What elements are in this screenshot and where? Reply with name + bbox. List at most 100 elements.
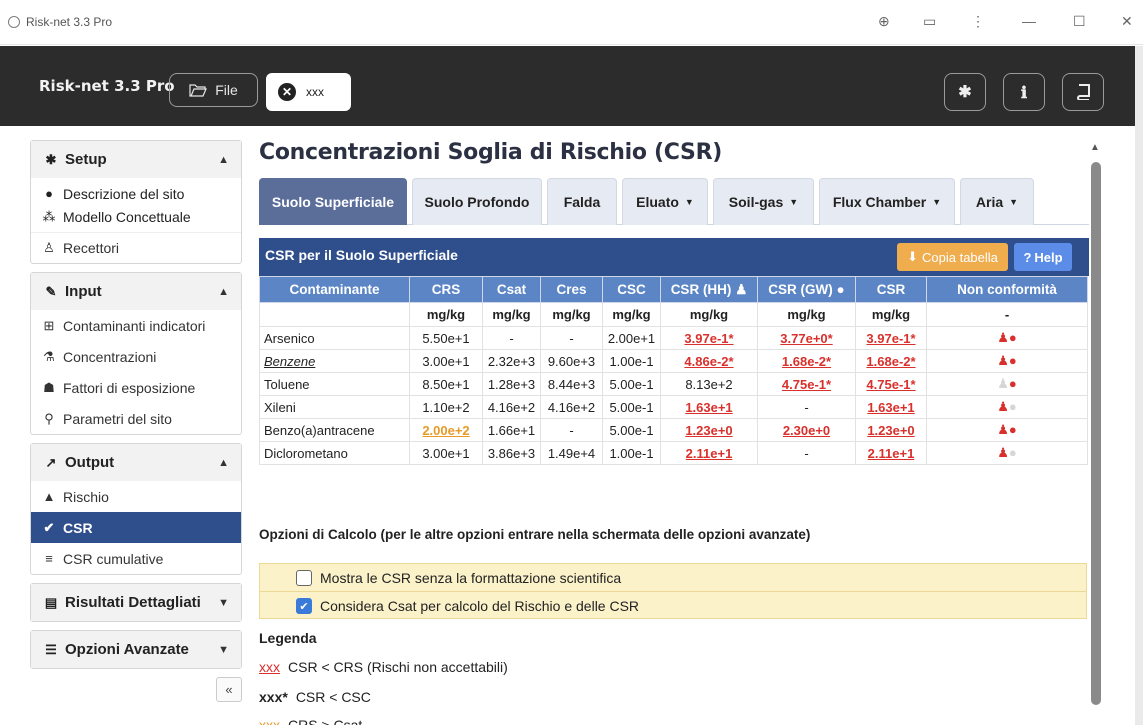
csr-cell: 2.11e+1 — [855, 441, 927, 465]
column-header[interactable]: Csat — [482, 276, 541, 303]
tab-flux-chamber[interactable]: Flux Chamber ▼ — [819, 178, 955, 225]
tab-soil-gas[interactable]: Soil-gas ▼ — [713, 178, 814, 225]
contaminant-name: Benzo(a)antracene — [259, 418, 410, 442]
contaminant-name[interactable]: Benzene — [259, 349, 410, 373]
contaminant-name: Xileni — [259, 395, 410, 419]
csr-value: 1.63e+1 — [867, 399, 915, 415]
sliders-icon: ☰ — [45, 641, 57, 657]
settings-button[interactable]: ✱ — [944, 73, 986, 111]
caret-down-icon: ▼ — [1009, 197, 1019, 207]
manual-button[interactable] — [1062, 73, 1104, 111]
help-button[interactable]: ? Help — [1014, 243, 1072, 271]
tab-eluato[interactable]: Eluato ▼ — [622, 178, 708, 225]
opzioni-panel-title: Opzioni Avanzate — [65, 641, 189, 658]
table-row: Arsenico 5.50e+1 - - 2.00e+1 3.97e-1* 3.… — [259, 326, 1088, 350]
collapse-sidebar-button[interactable]: « — [216, 677, 242, 702]
info-circle-icon: ● — [45, 186, 53, 201]
output-panel-header[interactable]: ↗ Output ▲ — [31, 444, 241, 481]
close-document-icon[interactable]: ✕ — [278, 83, 296, 101]
water-drop-icon: ● — [1008, 399, 1017, 414]
person-icon: ♙ — [43, 240, 55, 255]
person-icon: ♟ — [997, 422, 1009, 437]
unit-cell: mg/kg — [409, 302, 483, 327]
tab-suolo-superficiale[interactable]: Suolo Superficiale — [259, 178, 407, 225]
sidebar-item-descrizione[interactable]: ● Descrizione del sito — [31, 182, 241, 205]
help-label: Help — [1034, 249, 1063, 265]
scroll-up-arrow[interactable]: ▲ — [1090, 142, 1100, 153]
sidebar-item-csr-cumulative[interactable]: ≡ CSR cumulative — [31, 543, 241, 574]
app-icon — [8, 16, 20, 28]
tab-falda[interactable]: Falda — [547, 178, 617, 225]
tab-suolo-profondo[interactable]: Suolo Profondo — [412, 178, 542, 225]
risultati-panel-header[interactable]: ▤ Risultati Dettagliati ▼ — [31, 584, 241, 621]
chevron-up-icon: ▲ — [218, 285, 229, 298]
column-header[interactable]: CRS — [409, 276, 483, 303]
options-divider — [260, 591, 1086, 592]
column-header[interactable]: CSR — [855, 276, 927, 303]
minimize-button[interactable]: — — [1022, 13, 1036, 29]
file-button[interactable]: File — [169, 73, 258, 107]
non-conformity-cell: ♟● — [926, 349, 1088, 373]
unit-cell: mg/kg — [602, 302, 661, 327]
tab-label: Soil-gas — [728, 194, 784, 210]
opzioni-panel-header[interactable]: ☰ Opzioni Avanzate ▼ — [31, 631, 241, 668]
column-header[interactable]: Non conformità — [926, 276, 1088, 303]
extension-icon[interactable]: ▭ — [923, 13, 936, 30]
input-panel-header[interactable]: ✎ Input ▲ — [31, 273, 241, 310]
checkbox-checked[interactable]: ✔ — [296, 598, 312, 614]
setup-panel-header[interactable]: ✱ Setup ▲ — [31, 141, 241, 178]
chevron-down-icon: ▼ — [218, 596, 229, 609]
sidebar-item-label: Descrizione del sito — [63, 185, 185, 202]
csr-hh-value: 4.86e-2* — [684, 353, 734, 369]
more-menu-icon[interactable]: ⋮ — [971, 13, 985, 30]
sidebar-item-parametri[interactable]: ⚲ Parametri del sito — [31, 403, 241, 434]
contaminant-name: Diclorometano — [259, 441, 410, 465]
sidebar-item-recettori[interactable]: ♙ Recettori — [31, 232, 241, 263]
contaminant-link[interactable]: Benzene — [264, 354, 315, 369]
option-consider-csat[interactable]: ✔ Considera Csat per calcolo del Rischio… — [296, 594, 639, 618]
scrollbar-thumb[interactable] — [1091, 162, 1101, 705]
maximize-button[interactable]: ☐ — [1073, 13, 1086, 30]
tab-label: Flux Chamber — [832, 194, 927, 210]
water-drop-icon: ● — [1008, 376, 1017, 391]
csr-cell: 1.68e-2* — [855, 349, 927, 373]
gear-icon: ✱ — [45, 151, 57, 167]
copy-table-button[interactable]: ⬇ Copia tabella — [897, 243, 1008, 271]
translate-icon[interactable]: ⊕ — [878, 13, 890, 30]
column-header[interactable]: CSC — [602, 276, 661, 303]
legend-text: CRS > Csat — [288, 717, 363, 725]
csr-value: 1.23e+0 — [867, 422, 915, 438]
sidebar-item-contaminanti[interactable]: ⊞ Contaminanti indicatori — [31, 310, 241, 341]
sidebar-item-concentrazioni[interactable]: ⚗ Concentrazioni — [31, 341, 241, 372]
close-window-button[interactable]: ✕ — [1121, 13, 1133, 30]
document-tab[interactable]: ✕ xxx — [266, 73, 351, 111]
sidebar-item-modello[interactable]: ⁂ Modello Concettuale — [31, 205, 241, 228]
column-header-gw[interactable]: CSR (GW) ● — [757, 276, 856, 303]
non-conformity-cell: ♟● — [926, 395, 1088, 419]
chevron-up-icon: ▲ — [218, 153, 229, 166]
sidebar-item-fattori[interactable]: ☗ Fattori di esposizione — [31, 372, 241, 403]
csr-gw-value: 3.77e+0* — [780, 330, 833, 346]
unit-cell: mg/kg — [540, 302, 603, 327]
sidebar-item-csr[interactable]: ✔ CSR — [31, 512, 241, 543]
tab-aria[interactable]: Aria ▼ — [960, 178, 1034, 225]
table-header-row: Contaminante CRS Csat Cres CSC CSR (HH) … — [259, 276, 1088, 303]
table-title: CSR per il Suolo Superficiale — [265, 247, 458, 263]
csr-value: 3.97e-1* — [866, 330, 916, 346]
output-panel: ↗ Output ▲ ▲ Rischio ✔ CSR ≡ CSR cumulat… — [30, 443, 242, 575]
sidebar: ✱ Setup ▲ ● Descrizione del sito ⁂ Model… — [30, 140, 242, 677]
column-header[interactable]: Contaminante — [259, 276, 410, 303]
checkbox-unchecked[interactable] — [296, 570, 312, 586]
tab-label: Suolo Profondo — [424, 194, 530, 210]
column-header[interactable]: Cres — [540, 276, 603, 303]
bars-icon: ≡ — [45, 551, 53, 566]
info-button[interactable]: ℹ — [1003, 73, 1045, 111]
option-no-scientific[interactable]: Mostra le CSR senza la formattazione sci… — [296, 566, 621, 590]
unit-cell: - — [926, 302, 1088, 327]
cres-cell: - — [540, 326, 603, 350]
sidebar-item-rischio[interactable]: ▲ Rischio — [31, 481, 241, 512]
unit-cell: mg/kg — [660, 302, 758, 327]
column-header-hh[interactable]: CSR (HH) ♟ — [660, 276, 758, 303]
sidebar-item-label: Modello Concettuale — [63, 208, 191, 225]
copy-table-label: Copia tabella — [922, 249, 998, 265]
